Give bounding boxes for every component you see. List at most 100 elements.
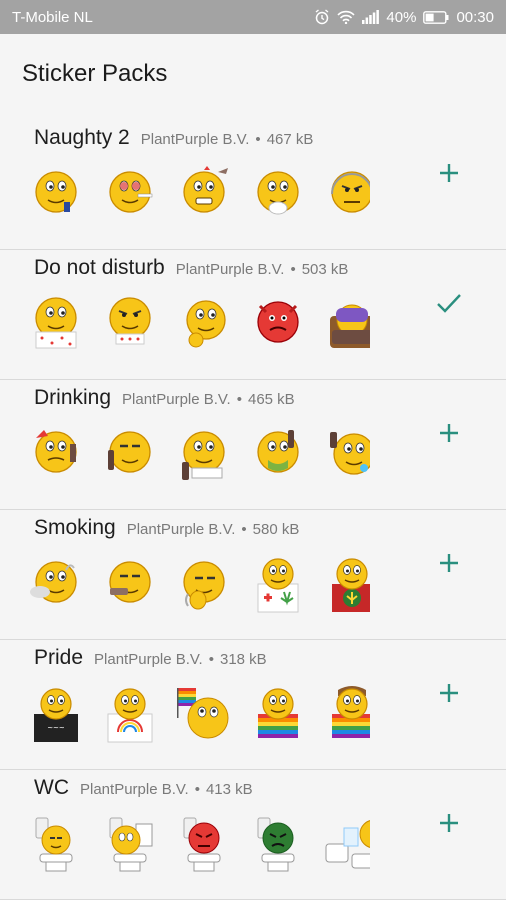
added-indicator-button[interactable]: [434, 290, 464, 320]
sticker-thumbnail: [109, 561, 151, 603]
sticker-thumbnail: [257, 301, 299, 343]
sticker-thumbnail: [330, 432, 370, 475]
battery-percent: 40%: [386, 8, 417, 26]
sticker-thumbnail: [183, 166, 228, 213]
signal-icon: [362, 10, 380, 24]
sticker-thumbnail: [331, 171, 370, 213]
sticker-preview-strip: [26, 554, 370, 614]
sticker-thumbnail: [109, 817, 153, 872]
meta-separator: •: [236, 391, 242, 408]
pack-publisher: PlantPurple B.V.: [122, 391, 231, 408]
carrier-label: T-Mobile NL: [12, 8, 93, 26]
add-pack-button[interactable]: [434, 160, 464, 190]
pack-meta: PlantPurple B.V. • 503 kB: [176, 261, 349, 278]
pack-size: 413 kB: [205, 781, 253, 798]
meta-separator: •: [208, 651, 214, 668]
sticker-thumbnail: [186, 300, 226, 348]
sticker-thumbnail: [35, 817, 73, 872]
sticker-pack-row[interactable]: Pride PlantPurple B.V. • 318 kB ~~~: [0, 640, 506, 770]
pack-header: WC PlantPurple B.V. • 413 kB: [34, 776, 253, 800]
pack-name: WC: [34, 776, 69, 799]
add-pack-button[interactable]: [434, 550, 464, 580]
svg-text:~~~: ~~~: [47, 724, 65, 732]
sticker-thumbnail: [325, 820, 370, 869]
sticker-thumbnail: [35, 430, 77, 473]
plus-icon: [438, 682, 460, 709]
meta-separator: •: [255, 131, 261, 148]
plus-icon: [438, 552, 460, 579]
pack-size: 467 kB: [266, 131, 314, 148]
pack-publisher: PlantPurple B.V.: [94, 651, 203, 668]
pack-publisher: PlantPurple B.V.: [126, 521, 236, 538]
sticker-thumbnail: [177, 688, 229, 739]
plus-icon: [438, 422, 460, 449]
pack-header: Pride PlantPurple B.V. • 318 kB: [34, 646, 267, 670]
pack-header: Naughty 2 PlantPurple B.V. • 467 kB: [34, 126, 313, 150]
meta-separator: •: [290, 261, 296, 278]
add-pack-button[interactable]: [434, 420, 464, 450]
sticker-pack-row[interactable]: Smoking PlantPurple B.V. • 580 kB: [0, 510, 506, 640]
sticker-thumbnail: [107, 688, 153, 743]
sticker-preview-strip: [26, 424, 370, 484]
pack-size: 580 kB: [252, 521, 300, 538]
pack-size: 318 kB: [219, 651, 267, 668]
sticker-thumbnail: [257, 430, 299, 473]
pack-meta: PlantPurple B.V. • 318 kB: [94, 651, 267, 668]
sticker-thumbnail: [257, 171, 299, 215]
sticker-thumbnail: [183, 561, 225, 610]
pack-header: Drinking PlantPurple B.V. • 465 kB: [34, 386, 295, 410]
sticker-thumbnail: [330, 304, 370, 348]
page-title: Sticker Packs: [22, 60, 168, 87]
sticker-pack-row[interactable]: WC PlantPurple B.V. • 413 kB: [0, 770, 506, 900]
sticker-preview-strip: [26, 814, 370, 874]
pack-publisher: PlantPurple B.V.: [175, 261, 285, 278]
pack-size: 503 kB: [301, 261, 349, 278]
sticker-pack-list: Naughty 2 PlantPurple B.V. • 467 kB Do not d…: [0, 120, 506, 900]
pack-meta: PlantPurple B.V. • 467 kB: [141, 131, 314, 148]
status-icons: 40% 00:30: [314, 9, 494, 26]
pack-header: Smoking PlantPurple B.V. • 580 kB: [34, 516, 299, 540]
pack-publisher: PlantPurple B.V.: [140, 131, 250, 148]
pack-name: Pride: [34, 646, 84, 669]
status-bar: T-Mobile NL 40% 00:30: [0, 0, 506, 34]
sticker-thumbnail: [257, 558, 299, 613]
add-pack-button[interactable]: [434, 680, 464, 710]
alarm-icon: [314, 9, 330, 25]
pack-name: Smoking: [34, 516, 116, 539]
sticker-preview-strip: [26, 294, 370, 354]
wifi-icon: [337, 10, 356, 24]
meta-separator: •: [241, 521, 247, 538]
clock: 00:30: [456, 8, 494, 26]
sticker-pack-row[interactable]: Naughty 2 PlantPurple B.V. • 467 kB: [0, 120, 506, 250]
pack-name: Naughty 2: [34, 126, 130, 149]
sticker-thumbnail: ~~~: [34, 688, 78, 742]
sticker-thumbnail: [332, 558, 370, 612]
sticker-thumbnail: [35, 171, 77, 213]
sticker-thumbnail: [182, 431, 225, 480]
pack-name: Drinking: [34, 386, 112, 409]
sticker-thumbnail: [183, 817, 221, 872]
sticker-thumbnail: [332, 686, 370, 738]
plus-icon: [438, 812, 460, 839]
sticker-pack-row[interactable]: Drinking PlantPurple B.V. • 465 kB: [0, 380, 506, 510]
pack-publisher: PlantPurple B.V.: [80, 781, 189, 798]
pack-header: Do not disturb PlantPurple B.V. • 503 kB: [34, 256, 348, 280]
sticker-preview-strip: [26, 164, 370, 224]
pack-size: 465 kB: [247, 391, 295, 408]
check-icon: [436, 292, 462, 319]
add-pack-button[interactable]: [434, 810, 464, 840]
pack-meta: PlantPurple B.V. • 580 kB: [127, 521, 300, 538]
sticker-thumbnail: [257, 817, 295, 872]
sticker-thumbnail: [109, 171, 153, 213]
sticker-thumbnail: [30, 561, 77, 603]
pack-meta: PlantPurple B.V. • 465 kB: [122, 391, 295, 408]
sticker-thumbnail: [258, 688, 298, 738]
meta-separator: •: [194, 781, 200, 798]
plus-icon: [438, 162, 460, 189]
sticker-preview-strip: ~~~: [26, 684, 370, 744]
sticker-thumbnail: [109, 297, 151, 345]
sticker-thumbnail: [108, 431, 151, 473]
battery-icon: [423, 10, 449, 24]
sticker-pack-row[interactable]: Do not disturb PlantPurple B.V. • 503 kB: [0, 250, 506, 380]
pack-name: Do not disturb: [34, 256, 165, 279]
